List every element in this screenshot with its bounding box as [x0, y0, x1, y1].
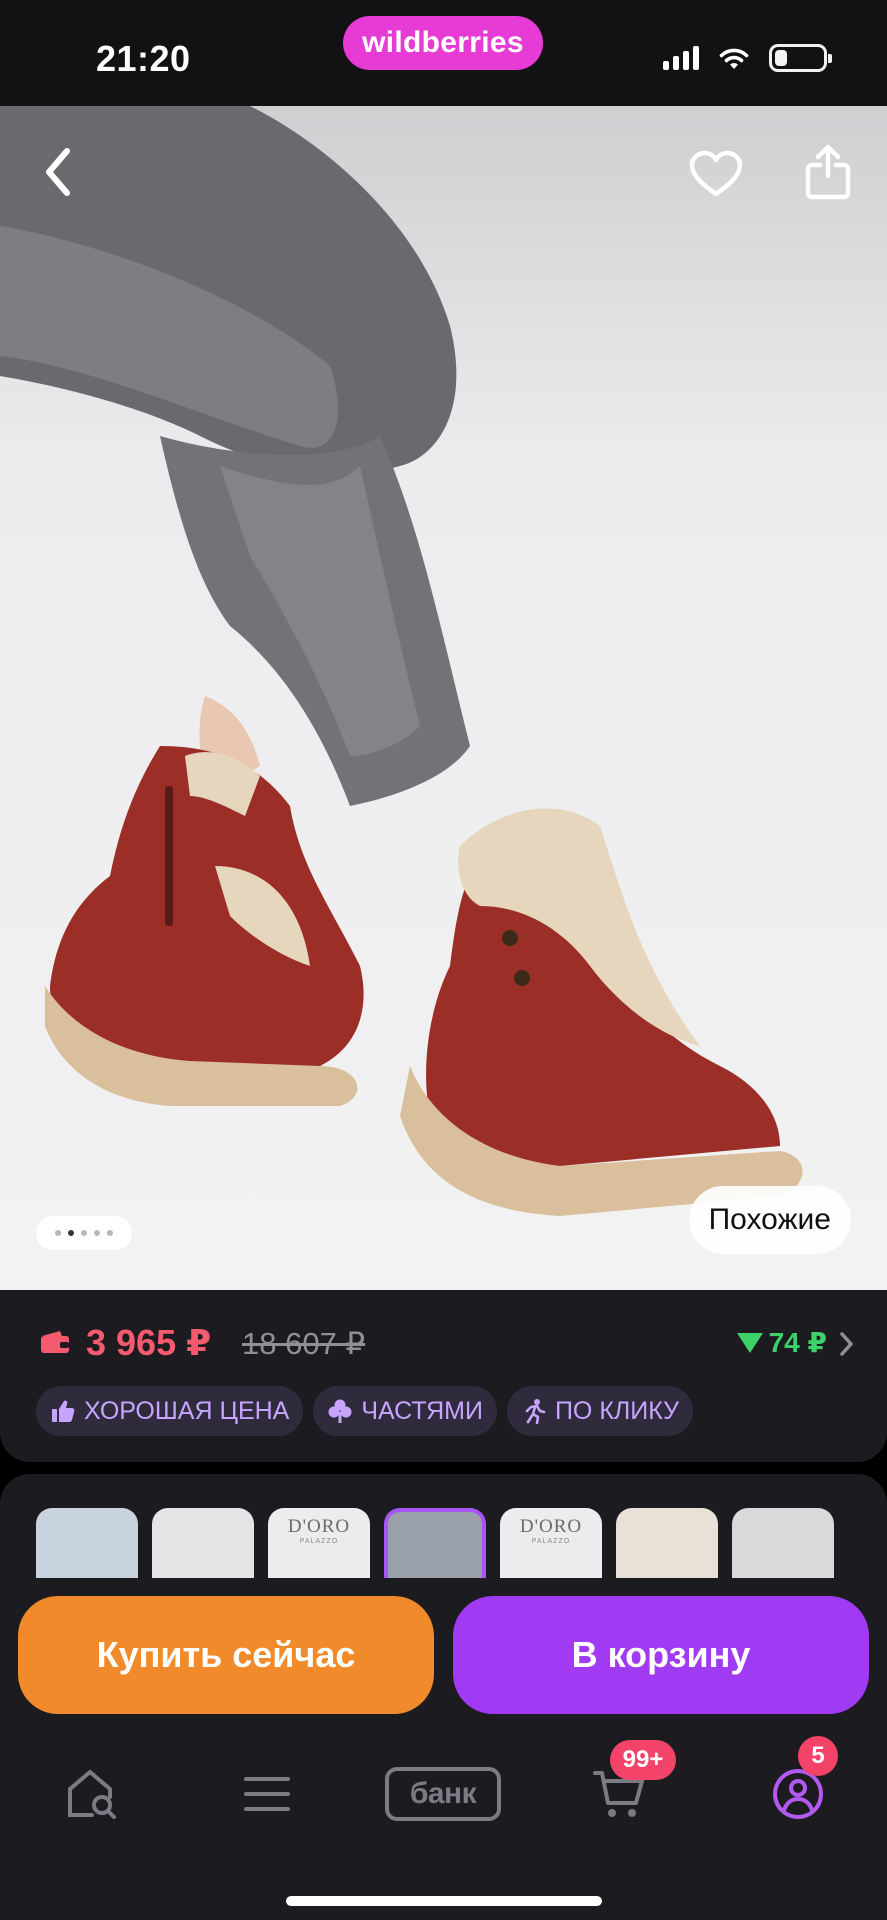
badge-one-click[interactable]: ПО КЛИКУ: [506, 1386, 693, 1436]
action-bar: Купить сейчас В корзину банк 99+ 5: [0, 1584, 887, 1920]
slide-dot: [68, 1230, 74, 1236]
thumbnail-sub: PALAZZO: [531, 1538, 571, 1545]
cashback[interactable]: 74 ₽: [736, 1326, 827, 1359]
product-thumbnail[interactable]: [36, 1508, 138, 1578]
add-to-cart-button[interactable]: В корзину: [453, 1596, 869, 1714]
badge-label: ПО КЛИКУ: [554, 1396, 679, 1425]
old-price: 18 607 ₽: [242, 1326, 366, 1361]
favorite-button[interactable]: [688, 146, 744, 202]
cashback-value: 74 ₽: [768, 1327, 827, 1358]
thumbnail-brand: D'ORO: [287, 1516, 351, 1537]
wifi-icon: [719, 48, 749, 69]
product-thumbnail[interactable]: D'ORO PALAZZO: [268, 1508, 370, 1578]
badge-good-price[interactable]: ХОРОШАЯ ЦЕНА: [36, 1386, 304, 1436]
product-thumbnail[interactable]: [384, 1508, 486, 1578]
down-triangle-icon: [736, 1332, 763, 1353]
home-indicator[interactable]: [286, 1896, 602, 1906]
thumbnails: D'ORO PALAZZO D'ORO PALAZZO: [36, 1508, 834, 1578]
buy-now-button[interactable]: Купить сейчас: [18, 1596, 434, 1714]
status-icons: [663, 44, 832, 72]
badge-label: ХОРОШАЯ ЦЕНА: [84, 1396, 290, 1425]
clover-icon: [328, 1399, 352, 1423]
brand-logo: wildberries: [343, 16, 543, 70]
cellular-signal-icon: [663, 46, 699, 70]
chevron-right-icon[interactable]: [835, 1330, 857, 1358]
slide-dot: [94, 1230, 100, 1236]
bank-icon: банк: [385, 1767, 501, 1821]
badge-label: ЧАСТЯМИ: [361, 1396, 483, 1425]
current-price: 3 965 ₽: [86, 1322, 212, 1363]
product-image[interactable]: Похожие: [0, 106, 887, 1290]
slide-dot: [107, 1230, 113, 1236]
status-time: 21:20: [96, 38, 191, 79]
similar-button[interactable]: Похожие: [688, 1186, 851, 1254]
product-thumbnail[interactable]: [152, 1508, 254, 1578]
product-thumbnail[interactable]: [616, 1508, 718, 1578]
badge-installments[interactable]: ЧАСТЯМИ: [313, 1386, 497, 1436]
slide-dot: [55, 1230, 61, 1236]
slide-dot: [81, 1230, 87, 1236]
thumbnail-brand: D'ORO: [519, 1516, 583, 1537]
thumbnail-sub: PALAZZO: [299, 1538, 339, 1545]
wallet-icon: [41, 1331, 69, 1353]
product-photo: [0, 106, 803, 1216]
tab-bar: банк 99+ 5: [0, 1736, 887, 1864]
slide-indicator: [36, 1216, 132, 1250]
running-person-icon: [525, 1399, 546, 1424]
tab-bank[interactable]: банк: [384, 1754, 502, 1834]
profile-count-badge: 5: [798, 1736, 838, 1776]
tab-catalog[interactable]: [240, 1754, 294, 1834]
badges: ХОРОШАЯ ЦЕНА ЧАСТЯМИ ПО КЛИКУ: [36, 1386, 693, 1436]
back-button[interactable]: [36, 142, 80, 202]
cart-count-badge: 99+: [610, 1740, 676, 1780]
product-thumbnail[interactable]: [732, 1508, 834, 1578]
thumbnail-strip: D'ORO PALAZZO D'ORO PALAZZO: [0, 1474, 887, 1584]
back-chevron-icon: [46, 148, 70, 196]
price-block: 3 965 ₽ 18 607 ₽ 74 ₽ ХОРОШАЯ ЦЕНА ЧАСТЯ…: [0, 1290, 887, 1462]
battery-icon: [769, 44, 832, 72]
share-icon: [805, 144, 851, 200]
tab-home[interactable]: [60, 1754, 124, 1834]
product-thumbnail[interactable]: D'ORO PALAZZO: [500, 1508, 602, 1578]
menu-icon: [244, 1777, 290, 1811]
heart-icon: [689, 150, 743, 197]
thumbs-up-icon: [52, 1400, 75, 1422]
home-search-icon: [68, 1770, 116, 1819]
status-bar: 21:20 wildberries: [0, 0, 887, 106]
share-button[interactable]: [800, 142, 856, 202]
